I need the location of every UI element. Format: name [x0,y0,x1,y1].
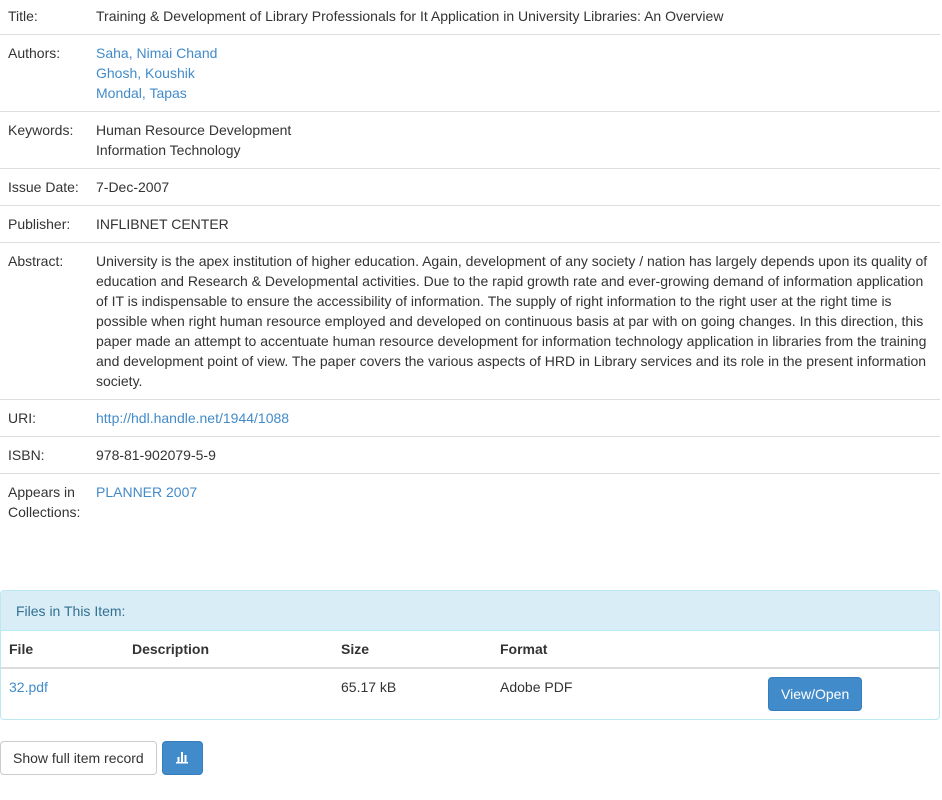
uri-link[interactable]: http://hdl.handle.net/1944/1088 [96,410,289,426]
item-actions: Show full item record [0,741,203,775]
publisher-label: Publisher: [0,205,88,243]
metadata-row-keywords: Keywords: Human Resource Development Inf… [0,111,940,169]
column-header-size: Size [333,631,492,669]
metadata-row-authors: Authors: Saha, Nimai Chand Ghosh, Koushi… [0,34,940,112]
author-link[interactable]: Ghosh, Koushik [96,65,195,81]
column-header-actions [760,631,939,669]
keywords-list: Human Resource Development Information T… [88,111,940,169]
collection-link[interactable]: PLANNER 2007 [96,484,197,500]
view-open-button[interactable]: View/Open [768,677,863,711]
title-label: Title: [8,8,38,24]
metadata-row-publisher: Publisher: INFLIBNET CENTER [0,205,940,243]
authors-label: Authors: [0,34,88,112]
file-link[interactable]: 32.pdf [9,679,48,695]
show-full-record-button[interactable]: Show full item record [0,741,157,775]
collections-label: Appears in Collections: [0,473,88,530]
keywords-label: Keywords: [0,111,88,169]
item-metadata-table: Title: Training & Development of Library… [0,0,940,530]
item-title: Training & Development of Library Profes… [96,8,724,24]
issue-date-label: Issue Date: [0,168,88,206]
files-table: File Description Size Format 32.pdf 65.1… [1,631,939,719]
abstract-label: Abstract: [0,242,88,400]
file-description [124,667,333,719]
statistics-button[interactable] [161,741,203,775]
keyword: Human Resource Development [96,122,292,138]
file-format: Adobe PDF [492,667,760,719]
keyword: Information Technology [96,142,241,158]
isbn: 978-81-902079-5-9 [88,436,940,474]
files-table-header: File Description Size Format [1,631,939,669]
metadata-row-issue-date: Issue Date: 7-Dec-2007 [0,168,940,206]
column-header-file: File [1,631,124,669]
author-link[interactable]: Saha, Nimai Chand [96,45,217,61]
issue-date: 7-Dec-2007 [88,168,940,206]
authors-list: Saha, Nimai Chand Ghosh, Koushik Mondal,… [88,34,940,112]
column-header-description: Description [124,631,333,669]
author-link[interactable]: Mondal, Tapas [96,85,187,101]
isbn-label: ISBN: [0,436,88,474]
publisher: INFLIBNET CENTER [88,205,940,243]
uri-label: URI: [0,399,88,437]
bar-chart-icon [175,749,189,769]
metadata-row-uri: URI: http://hdl.handle.net/1944/1088 [0,399,940,437]
metadata-row-title: Title: Training & Development of Library… [0,0,940,35]
column-header-format: Format [492,631,760,669]
files-panel: Files in This Item: File Description Siz… [0,590,940,720]
abstract-text: University is the apex institution of hi… [88,242,940,400]
metadata-row-abstract: Abstract: University is the apex institu… [0,242,940,400]
metadata-row-collections: Appears in Collections: PLANNER 2007 [0,473,940,530]
file-size: 65.17 kB [333,667,492,719]
metadata-row-isbn: ISBN: 978-81-902079-5-9 [0,436,940,474]
table-row: 32.pdf 65.17 kB Adobe PDF View/Open [1,667,939,719]
files-panel-heading: Files in This Item: [1,591,939,631]
